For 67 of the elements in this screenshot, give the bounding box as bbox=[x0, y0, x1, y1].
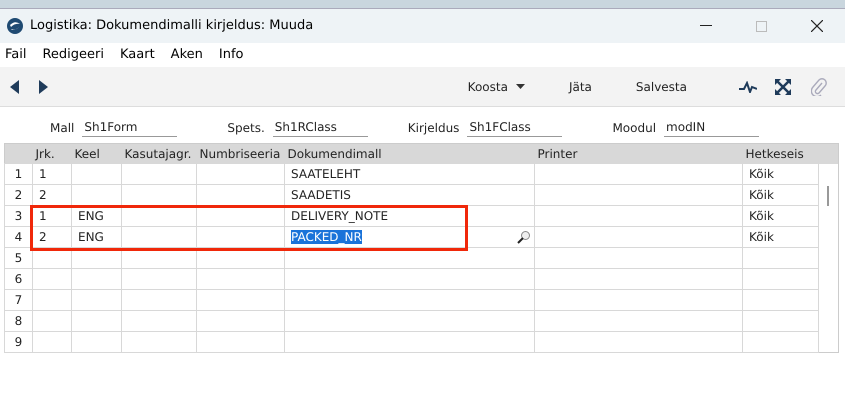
row-number: 9 bbox=[14, 335, 22, 349]
app-logo-icon bbox=[6, 17, 24, 35]
table-cell: ENG bbox=[78, 230, 104, 244]
table-row[interactable]: 7 bbox=[4, 290, 838, 310]
selected-text: PACKED_NR bbox=[291, 230, 362, 244]
row-number: 7 bbox=[14, 293, 22, 307]
table-cell: 2 bbox=[39, 188, 47, 202]
table-row[interactable]: 1 1 SAATELEHT Kõik bbox=[4, 164, 838, 184]
magnifier-icon[interactable] bbox=[517, 231, 530, 244]
row-number: 3 bbox=[14, 209, 22, 223]
row-number: 5 bbox=[14, 251, 22, 265]
toolbar-button[interactable]: Salvesta bbox=[614, 72, 709, 100]
expand-icon[interactable] bbox=[775, 78, 791, 94]
column-header[interactable]: Jrk. bbox=[36, 146, 55, 160]
field-label: Spets. bbox=[227, 120, 265, 137]
window-title: Logistika: Dokumendimalli kirjeldus: Muuda bbox=[30, 17, 314, 36]
column-header[interactable]: Keel bbox=[74, 146, 100, 160]
toolbar-button[interactable]: Jäta bbox=[546, 72, 614, 100]
table-cell: 1 bbox=[39, 209, 47, 223]
field-label: Kirjeldus bbox=[408, 120, 460, 137]
table-cell: ENG bbox=[78, 209, 104, 223]
table-cell: SAATELEHT bbox=[291, 167, 360, 181]
field-label: Mall bbox=[50, 120, 74, 137]
table-row[interactable]: 2 2 SAADETIS Kõik bbox=[4, 184, 838, 206]
row-number: 2 bbox=[14, 188, 22, 202]
dropdown-button[interactable]: Koosta bbox=[446, 72, 547, 100]
column-header[interactable]: Hetkeseis bbox=[746, 146, 804, 160]
table-cell: Kõik bbox=[749, 167, 774, 181]
input-field[interactable]: Sh1RClass bbox=[272, 118, 368, 137]
column-header[interactable]: Numbriseeria bbox=[200, 146, 280, 160]
pulse-icon[interactable] bbox=[739, 80, 757, 92]
caret-icon bbox=[516, 84, 525, 89]
table-row[interactable]: 4 2 ENG PACKED_NR Kõik bbox=[4, 226, 838, 248]
table-cell: SAADETIS bbox=[291, 188, 351, 202]
column-header[interactable]: Dokumendimall bbox=[288, 146, 382, 160]
left-arrow-icon[interactable] bbox=[10, 80, 19, 94]
column-header[interactable]: Printer bbox=[538, 146, 578, 160]
input-field[interactable]: modIN bbox=[664, 118, 760, 137]
input-field[interactable]: Sh1Form bbox=[82, 118, 178, 137]
table-row[interactable]: 8 bbox=[4, 310, 838, 332]
minimize-icon[interactable] bbox=[700, 25, 712, 27]
input-field[interactable]: Sh1FClass bbox=[467, 118, 562, 137]
table-row[interactable]: 3 1 ENG DELIVERY_NOTE Kõik bbox=[4, 206, 838, 226]
table-row[interactable]: 9 bbox=[4, 332, 838, 352]
row-number: 1 bbox=[14, 167, 22, 181]
table-cell: DELIVERY_NOTE bbox=[291, 209, 388, 223]
table-row[interactable]: 5 bbox=[4, 248, 838, 268]
menu-item[interactable]: Redigeeri bbox=[42, 45, 104, 65]
menu-item[interactable]: Info bbox=[218, 45, 244, 65]
table-cell: Kõik bbox=[749, 209, 774, 223]
right-arrow-icon[interactable] bbox=[39, 80, 48, 94]
menu-item[interactable]: Fail bbox=[5, 45, 26, 65]
scrollbar-thumb[interactable] bbox=[827, 186, 829, 206]
menu-item[interactable]: Aken bbox=[170, 45, 203, 65]
menu-item[interactable]: Kaart bbox=[120, 45, 155, 65]
field-label: Moodul bbox=[612, 120, 656, 137]
paperclip-icon[interactable] bbox=[811, 78, 827, 96]
column-header[interactable]: Kasutajagr. bbox=[124, 146, 192, 160]
close-icon[interactable] bbox=[811, 20, 823, 32]
table-cell: Kõik bbox=[749, 230, 774, 244]
row-number: 6 bbox=[14, 272, 22, 286]
row-number: 8 bbox=[14, 314, 22, 328]
table-cell: Kõik bbox=[749, 188, 774, 202]
table-cell: 2 bbox=[39, 230, 47, 244]
table-cell: 1 bbox=[39, 167, 47, 181]
table-row[interactable]: 6 bbox=[4, 268, 838, 290]
row-number: 4 bbox=[14, 230, 22, 244]
